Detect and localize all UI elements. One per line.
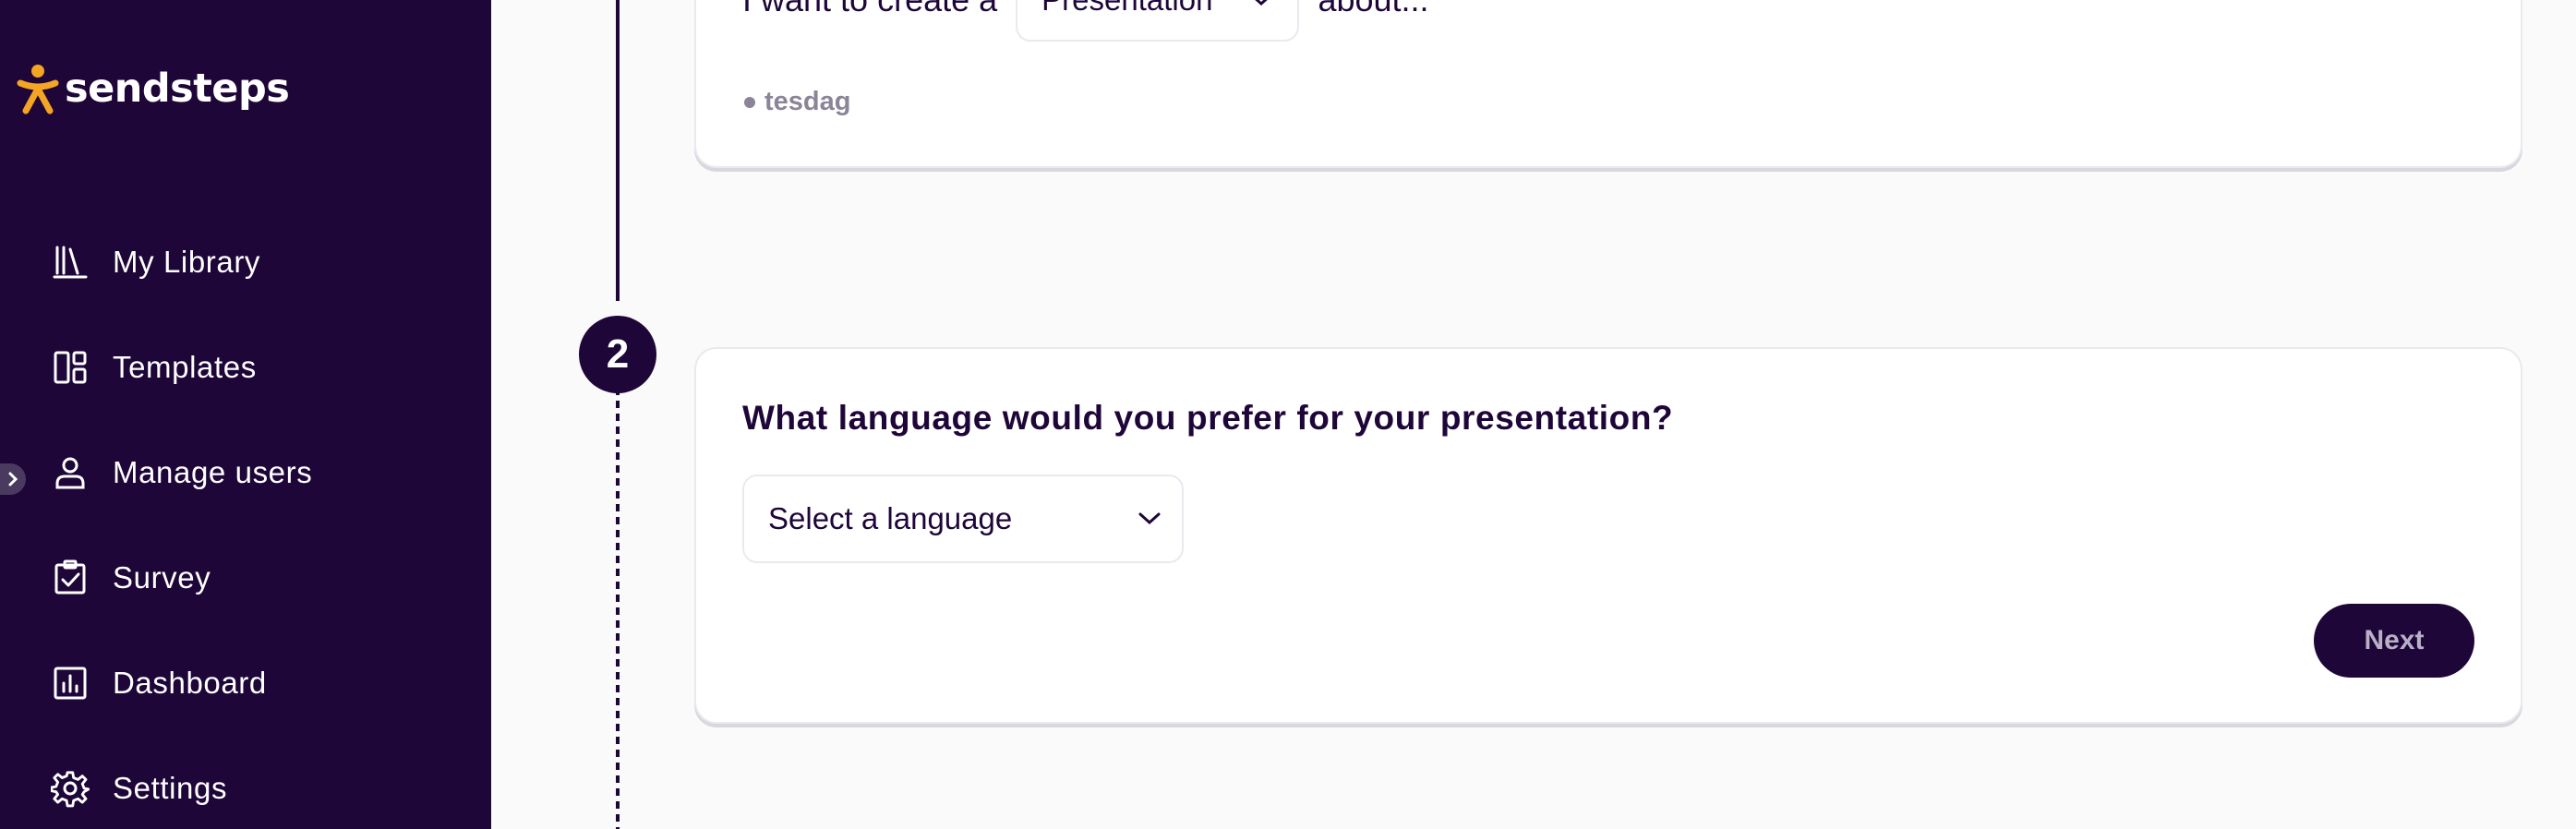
tag-dot xyxy=(744,96,755,108)
chevron-down-icon xyxy=(1255,0,1269,6)
chevron-down-icon xyxy=(1138,512,1161,525)
gear-icon xyxy=(50,768,90,809)
logo[interactable]: sendsteps xyxy=(17,63,290,114)
sidebar: sendsteps My Library Templates Manage us… xyxy=(0,0,491,829)
next-button[interactable]: Next xyxy=(2314,604,2474,678)
sidebar-item-label: Survey xyxy=(113,560,211,595)
step-1-card: I want to create a Presentation about...… xyxy=(694,0,2522,168)
sentence-prefix: I want to create a xyxy=(742,0,997,19)
app: sendsteps My Library Templates Manage us… xyxy=(0,0,2576,829)
content-type-select[interactable]: Presentation xyxy=(1016,0,1300,42)
step-2-card: What language would you prefer for your … xyxy=(694,347,2522,724)
sidebar-item-label: My Library xyxy=(113,245,261,279)
sidebar-item-label: Settings xyxy=(113,771,228,805)
sidebar-item-label: Manage users xyxy=(113,455,313,489)
user-icon xyxy=(50,452,90,493)
language-select[interactable]: Select a language xyxy=(742,475,1184,563)
create-sentence: I want to create a Presentation about... xyxy=(742,0,1429,55)
tag-label: tesdag xyxy=(764,87,851,116)
templates-icon xyxy=(50,347,90,388)
timeline-line-pending xyxy=(616,388,620,829)
sentence-suffix: about... xyxy=(1318,0,1428,19)
language-select-placeholder: Select a language xyxy=(768,501,1013,535)
chevron-right-icon xyxy=(8,472,18,487)
sendsteps-logo-icon xyxy=(17,65,59,114)
sidebar-item-my-library[interactable]: My Library xyxy=(50,234,456,290)
library-icon xyxy=(50,242,90,282)
sidebar-item-templates[interactable]: Templates xyxy=(50,340,456,395)
logo-text: sendsteps xyxy=(65,66,290,112)
sidebar-item-label: Templates xyxy=(113,350,257,384)
sidebar-collapse-button[interactable] xyxy=(0,463,26,495)
language-question: What language would you prefer for your … xyxy=(742,399,1674,437)
chart-icon xyxy=(50,663,90,703)
clipboard-check-icon xyxy=(50,558,90,598)
topic-tag: tesdag xyxy=(744,87,850,117)
sidebar-item-manage-users[interactable]: Manage users xyxy=(50,445,456,500)
timeline-line-completed xyxy=(616,0,620,301)
sidebar-item-survey[interactable]: Survey xyxy=(50,550,456,606)
step-number-badge: 2 xyxy=(579,316,656,393)
sidebar-item-label: Dashboard xyxy=(113,666,267,700)
sidebar-item-settings[interactable]: Settings xyxy=(50,761,456,816)
sidebar-item-dashboard[interactable]: Dashboard xyxy=(50,655,456,711)
content-type-value: Presentation xyxy=(1041,0,1212,18)
